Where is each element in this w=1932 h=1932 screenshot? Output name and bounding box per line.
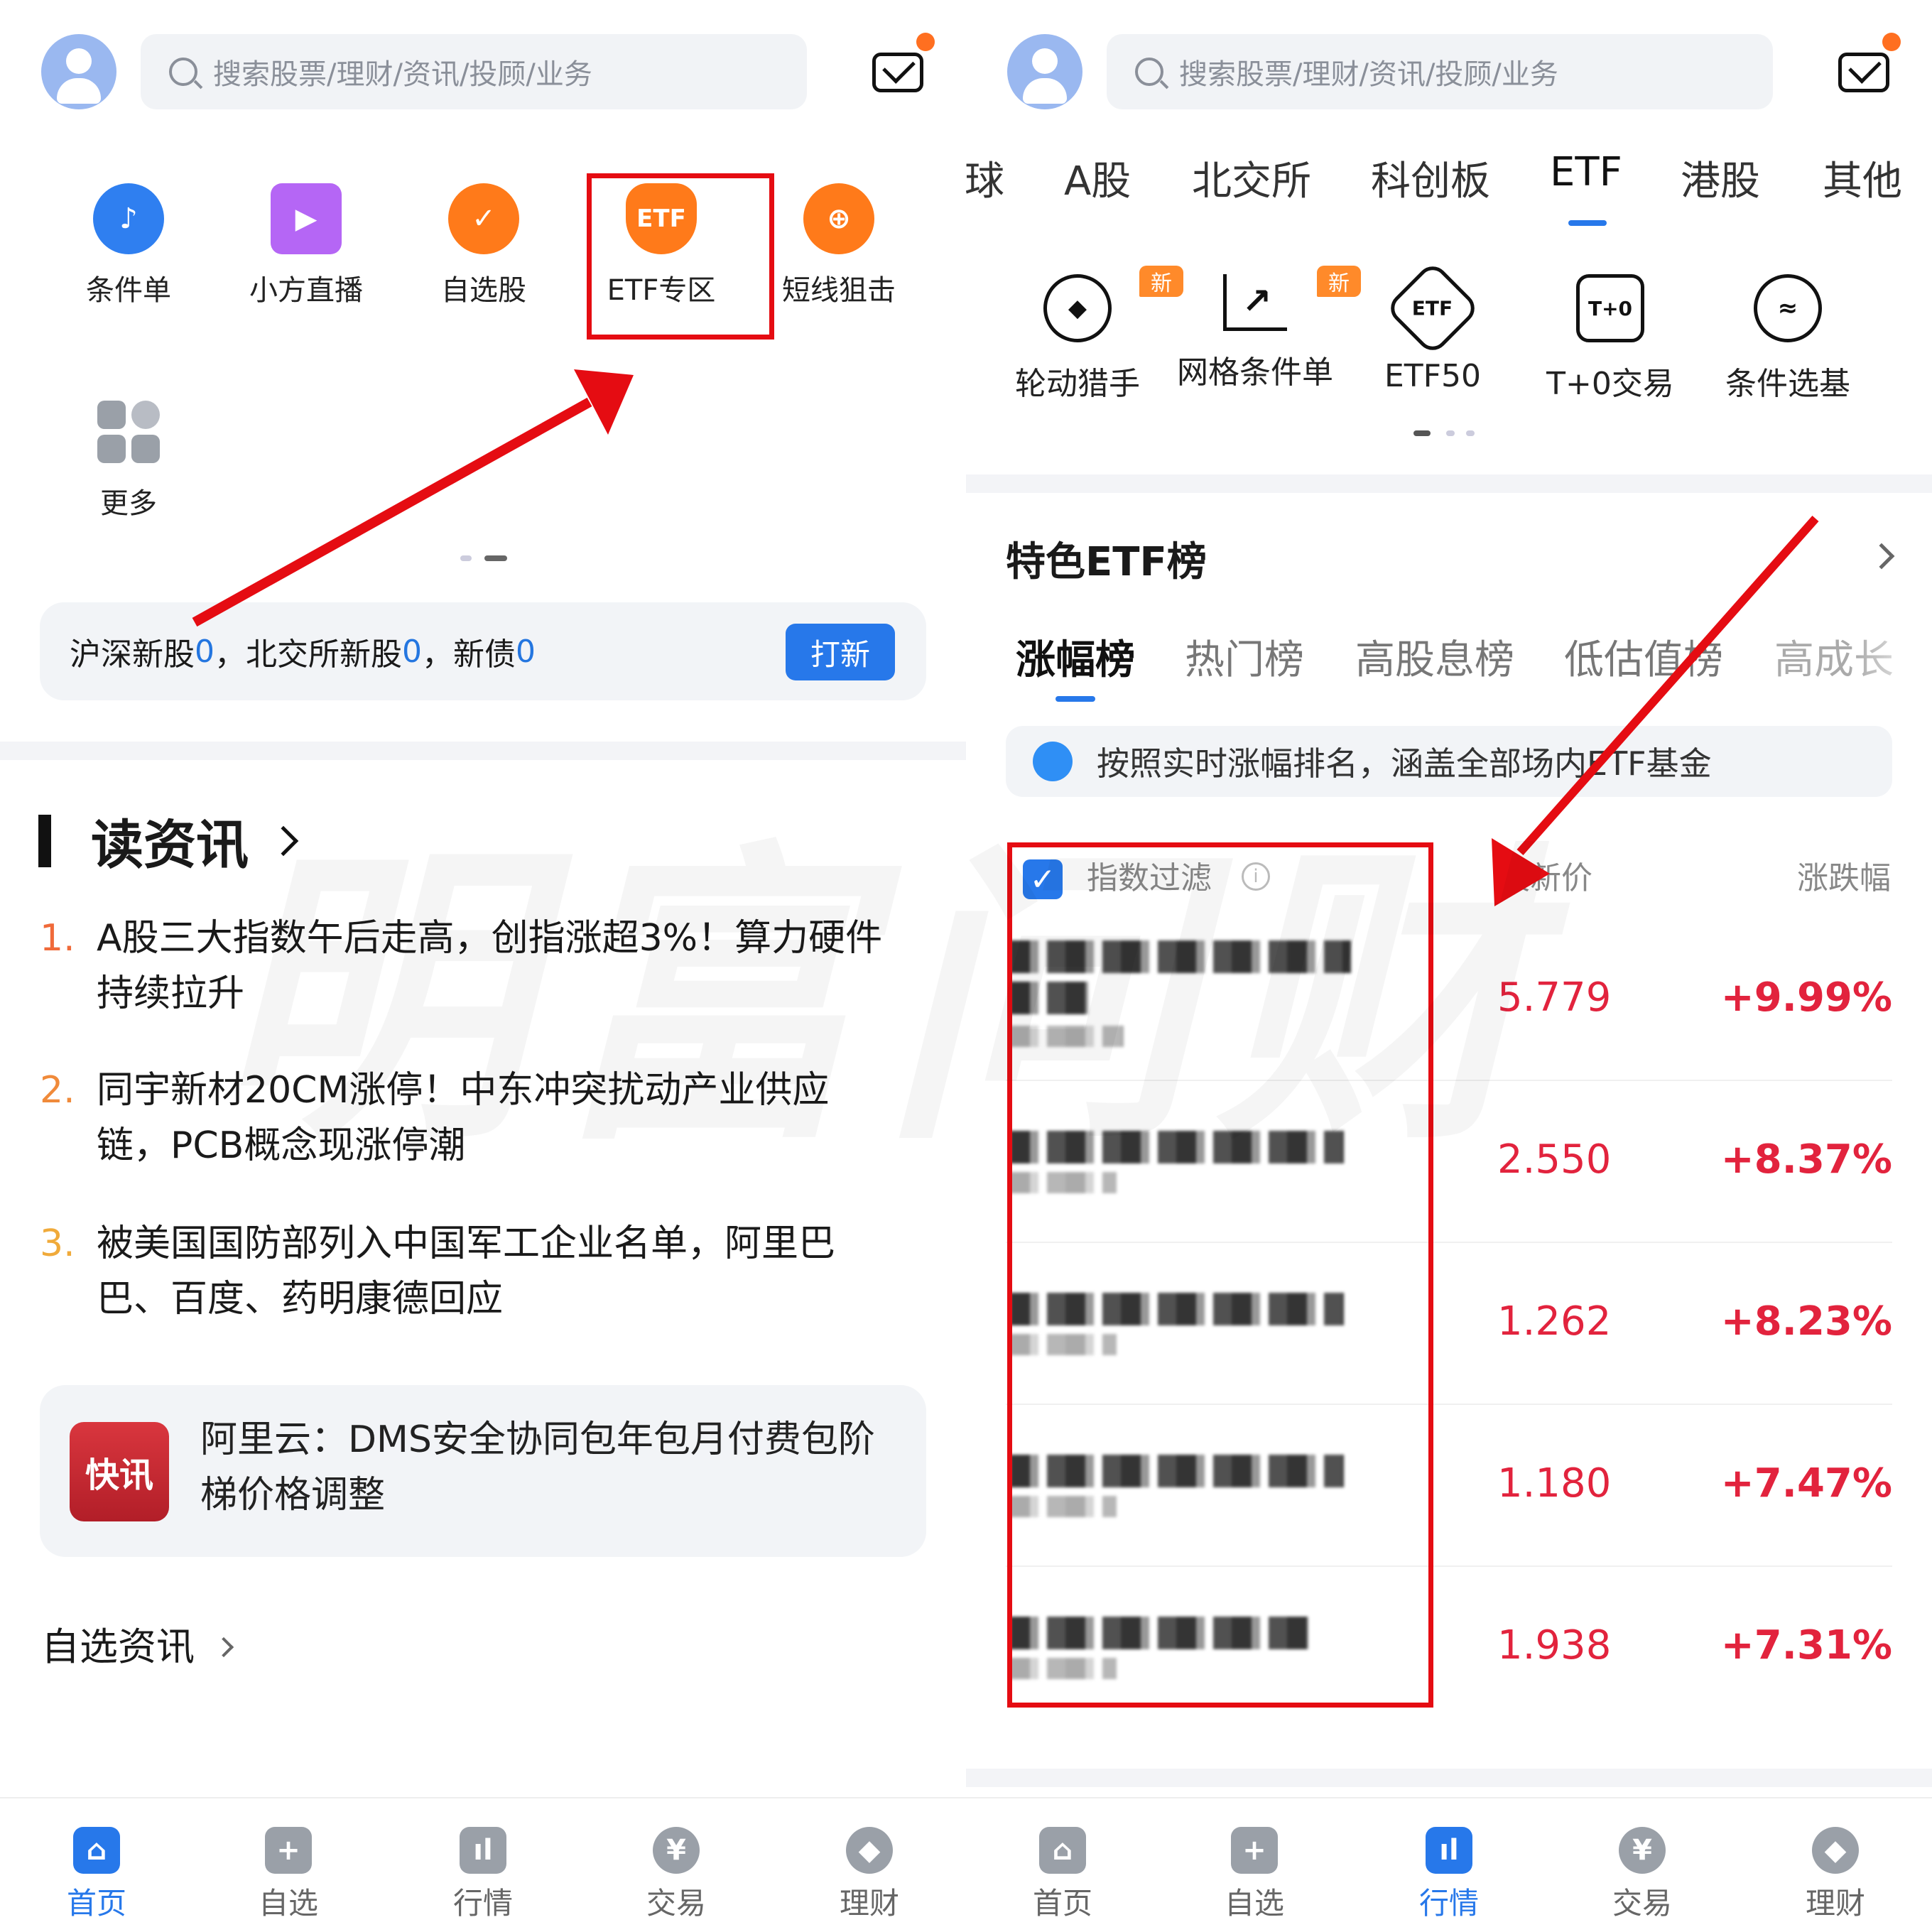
right-market-screen: 搜索股票/理财/资讯/投顾/业务 球 A股 北交所 科创板 ETF 港股 其他 …	[966, 0, 1932, 1932]
annotation-arrow	[192, 369, 634, 627]
annotation-arrow	[1492, 516, 1819, 906]
left-home-screen: 搜索股票/理财/资讯/投顾/业务 ♪ 条件单 ▶ 小方直播 ✓ 自选股 ETF …	[0, 0, 966, 1932]
